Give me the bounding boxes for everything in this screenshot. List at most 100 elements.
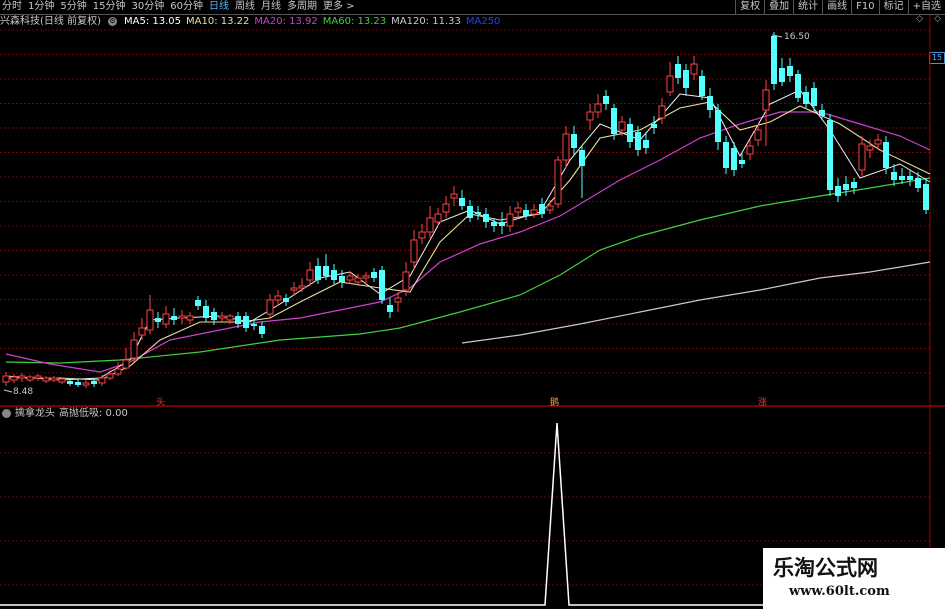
- candle-body-up: [34, 375, 42, 379]
- candle-body-up: [866, 145, 874, 151]
- candle-body-up: [178, 315, 186, 319]
- candle-body-down: [739, 160, 745, 164]
- ma5-line: [5, 89, 931, 381]
- candle-body-down: [731, 148, 737, 170]
- candle-body-down: [75, 382, 81, 385]
- ma120-line: [461, 261, 931, 344]
- candle-body-down: [467, 206, 473, 218]
- candle-body-up: [162, 313, 170, 325]
- candle-body-up: [434, 213, 442, 223]
- candle-body-up: [658, 105, 666, 119]
- candle-body-up: [290, 287, 298, 291]
- candle-body-down: [651, 124, 657, 128]
- candle-body-down: [715, 110, 721, 142]
- candle-body-up: [306, 269, 314, 281]
- candle-body-up: [762, 89, 770, 111]
- candle-body-up: [146, 309, 154, 331]
- candle-body-up: [122, 359, 130, 369]
- candle-body-down: [835, 186, 841, 196]
- candle-body-down: [155, 318, 161, 322]
- candle-body-up: [450, 193, 458, 199]
- candle-body-up: [554, 159, 562, 205]
- candle-body-down: [779, 68, 785, 82]
- candle-body-down: [283, 298, 289, 302]
- candle-body-down: [707, 96, 713, 110]
- candle-body-up: [418, 231, 426, 239]
- watermark-title: 乐淘公式网: [773, 555, 878, 580]
- indicator-title-bar: 擒拿龙头 高抛低吸: 0.00: [2, 408, 128, 420]
- signal-marker-2: 鹅: [550, 398, 560, 408]
- candle-body-up: [18, 375, 26, 379]
- candle-body-up: [594, 103, 602, 113]
- candle-body-down: [251, 324, 257, 326]
- candle-body-down: [315, 266, 321, 280]
- candle-body-down: [803, 92, 809, 104]
- candle-body-down: [235, 316, 241, 324]
- candle-body-down: [891, 172, 897, 180]
- candle-body-up: [586, 111, 594, 121]
- candle-body-down: [787, 66, 793, 76]
- candle-body-down: [387, 305, 393, 312]
- candle-body-up: [106, 373, 114, 379]
- candle-body-up: [266, 299, 274, 315]
- candle-body-up: [506, 213, 514, 227]
- ma10-line: [6, 101, 931, 381]
- candle-body-down: [203, 306, 209, 318]
- candle-body-up: [10, 376, 18, 381]
- candle-body-down: [611, 108, 617, 134]
- candle-body-down: [379, 270, 385, 300]
- candle-body-up: [218, 315, 226, 319]
- candle-body-up: [226, 315, 234, 321]
- candle-body-up: [858, 143, 866, 171]
- candle-body-down: [195, 300, 201, 306]
- candle-body-up: [514, 207, 522, 213]
- candle-body-down: [475, 212, 481, 214]
- candle-body-down: [699, 76, 705, 96]
- candle-body-down: [675, 64, 681, 78]
- candle-body-up: [114, 368, 122, 375]
- candle-body-down: [771, 36, 777, 84]
- candle-body-up: [410, 239, 418, 263]
- candle-body-up: [138, 327, 146, 336]
- low-pointer: [3, 389, 13, 393]
- candle-body-up: [402, 271, 410, 291]
- candle-body-down: [331, 270, 337, 280]
- candle-body-down: [371, 272, 377, 278]
- candle-body-up: [186, 315, 194, 321]
- candle-body-down: [483, 214, 489, 222]
- candle-body-up: [82, 382, 90, 386]
- candle-body-up: [58, 378, 66, 383]
- candle-body-down: [883, 142, 889, 168]
- indicator-settings-icon[interactable]: [2, 409, 11, 418]
- candle-body-down: [819, 110, 825, 116]
- candle-body-up: [274, 295, 282, 301]
- indicator-value: 高抛低吸: 0.00: [59, 408, 128, 419]
- candle-body-down: [635, 132, 641, 150]
- watermark-url: www.60lt.com: [789, 584, 890, 599]
- signal-marker-1: 头: [156, 398, 166, 408]
- candle-body-down: [459, 198, 465, 206]
- candle-body-down: [91, 381, 97, 384]
- candle-body-up: [666, 75, 674, 93]
- moving-average-lines: [5, 89, 931, 381]
- candle-body-down: [67, 381, 73, 384]
- candle-body-down: [579, 150, 585, 166]
- candle-body-up: [754, 129, 762, 141]
- watermark-logo: 乐淘公式网 www.60lt.com: [763, 548, 945, 609]
- candle-body-down: [723, 142, 729, 168]
- candle-body-down: [499, 222, 505, 226]
- candle-body-up: [354, 277, 362, 283]
- candle-body-down: [259, 326, 265, 334]
- candle-body-up: [2, 375, 10, 383]
- candle-body-down: [539, 204, 545, 214]
- candle-body-down: [827, 120, 833, 190]
- candle-body-down: [811, 88, 817, 106]
- kline-chart[interactable]: 16.50 8.48: [0, 0, 945, 609]
- candle-body-up: [690, 63, 698, 75]
- candle-body-down: [843, 184, 849, 190]
- candle-body-down: [323, 266, 329, 276]
- high-price-label: 16.50: [784, 32, 810, 42]
- candle-body-up: [746, 145, 754, 155]
- candle-body-down: [571, 134, 577, 148]
- candle-body-down: [339, 276, 345, 282]
